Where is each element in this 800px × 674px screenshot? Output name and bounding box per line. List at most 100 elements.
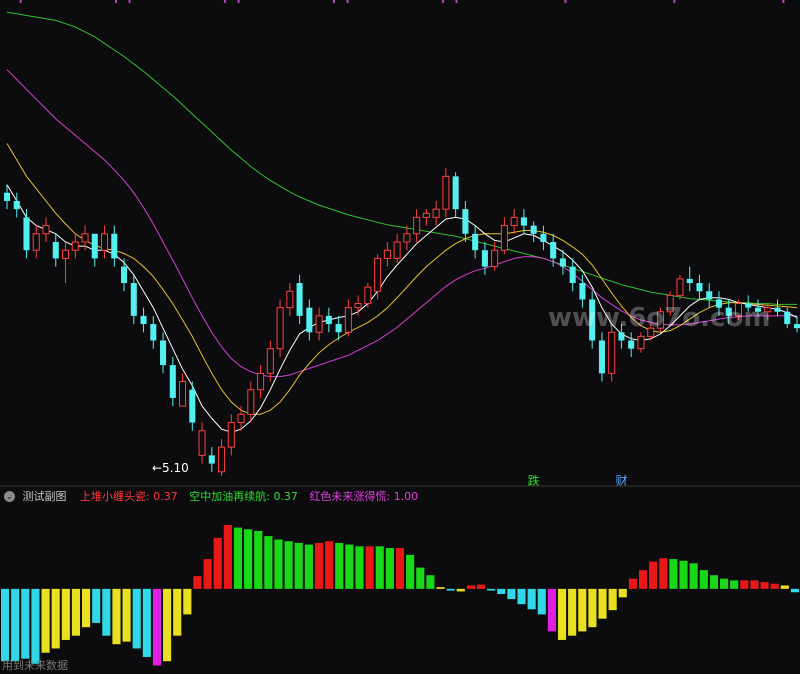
candle-body	[774, 307, 781, 312]
top-tick	[346, 0, 349, 3]
sub-bar	[102, 588, 111, 636]
candle-body	[286, 290, 294, 309]
candle-body	[618, 332, 625, 341]
candle-body	[208, 455, 215, 464]
sub-bar	[142, 588, 151, 657]
sub-bar	[770, 583, 779, 589]
candle-body	[198, 430, 206, 456]
sub-bar	[213, 537, 222, 589]
sub-bar	[51, 588, 60, 649]
sub-bar	[345, 544, 354, 589]
candle-body	[61, 249, 70, 259]
candle-body	[696, 283, 703, 292]
candle-body	[598, 340, 605, 374]
candle	[276, 299, 284, 357]
top-tick	[332, 0, 335, 3]
sub-bar	[790, 588, 799, 593]
candle-body	[306, 307, 313, 333]
sub-bar	[578, 588, 587, 632]
candle-body	[579, 283, 586, 300]
candle-body	[637, 335, 645, 350]
watermark-text: www.6o7o.com	[548, 303, 770, 333]
sub-bar	[537, 588, 546, 615]
candle-body	[266, 348, 274, 374]
sub-bar	[335, 542, 344, 589]
sub-bar	[649, 561, 658, 589]
sub-bar	[223, 525, 232, 589]
candle-body	[335, 324, 342, 333]
candle-body	[784, 311, 791, 325]
candle	[676, 274, 684, 300]
candle-body	[227, 422, 235, 448]
sub-chart-title[interactable]: 测试副图	[23, 488, 67, 504]
sub-bar	[618, 588, 627, 598]
candle-body	[111, 233, 118, 259]
sub-bar	[314, 542, 324, 589]
sub-bar	[254, 530, 263, 589]
candle-body	[257, 372, 265, 391]
sub-bar	[132, 588, 141, 649]
sub-bar	[355, 546, 364, 589]
candle-body	[315, 315, 323, 333]
sub-bar	[203, 559, 212, 589]
sub-bar	[163, 588, 172, 662]
sub-bar	[152, 588, 162, 666]
candle-body	[160, 340, 167, 366]
sub-bar	[244, 529, 253, 589]
sub-bar	[325, 541, 334, 589]
sub-bar	[638, 570, 648, 589]
sub-bar	[517, 588, 526, 605]
sub-bar	[507, 588, 516, 600]
candle-body	[432, 208, 440, 218]
top-tick	[455, 0, 458, 3]
candle-body	[13, 200, 20, 210]
sub-bar	[740, 580, 749, 589]
sub-bar	[61, 588, 70, 640]
candle-body	[247, 389, 255, 415]
candle-body	[169, 365, 176, 398]
candle-body	[569, 266, 576, 284]
series-1-value: 0.37	[153, 489, 178, 503]
sub-bar	[466, 585, 475, 589]
candle-body	[559, 258, 566, 267]
sub-bar	[608, 588, 617, 611]
sub-bar	[274, 539, 283, 589]
stock-chart: www.6o7o.com ←5.10 跌财	[0, 0, 800, 674]
candle-body	[403, 233, 411, 243]
sub-bar	[588, 588, 597, 628]
sub-bar	[598, 588, 607, 619]
candle	[364, 283, 372, 308]
candle-body	[3, 192, 11, 201]
sub-bar	[173, 588, 182, 636]
collapse-toggle-icon[interactable]: ⌄	[4, 490, 15, 502]
sub-bar	[557, 588, 567, 640]
candle-body	[452, 176, 459, 210]
series-2-name: 空中加油再续航	[189, 490, 267, 503]
candle-body	[793, 324, 800, 329]
candle-body	[422, 212, 430, 218]
sub-bar	[112, 588, 121, 645]
candle-body	[530, 225, 537, 234]
candle-body	[393, 241, 401, 259]
candle-body	[32, 233, 40, 251]
candle-body	[510, 216, 518, 227]
candle-body	[354, 303, 362, 309]
sub-bar	[82, 588, 91, 628]
candle-body	[81, 233, 89, 243]
candle-body	[101, 233, 109, 251]
sub-bar	[568, 588, 577, 636]
sub-bar	[294, 542, 303, 589]
candle-body	[608, 331, 616, 374]
candle-body	[374, 257, 382, 292]
sub-bar	[669, 559, 678, 589]
candle-body	[52, 242, 59, 259]
sub-bar	[446, 588, 455, 591]
sub-bar	[750, 580, 759, 589]
candle-body	[550, 242, 557, 259]
candle-body	[237, 413, 245, 424]
candle-body	[686, 278, 693, 284]
sub-bar	[760, 582, 769, 589]
candle-body	[121, 266, 128, 284]
candle-body	[296, 283, 303, 316]
sub-bar	[284, 541, 293, 589]
